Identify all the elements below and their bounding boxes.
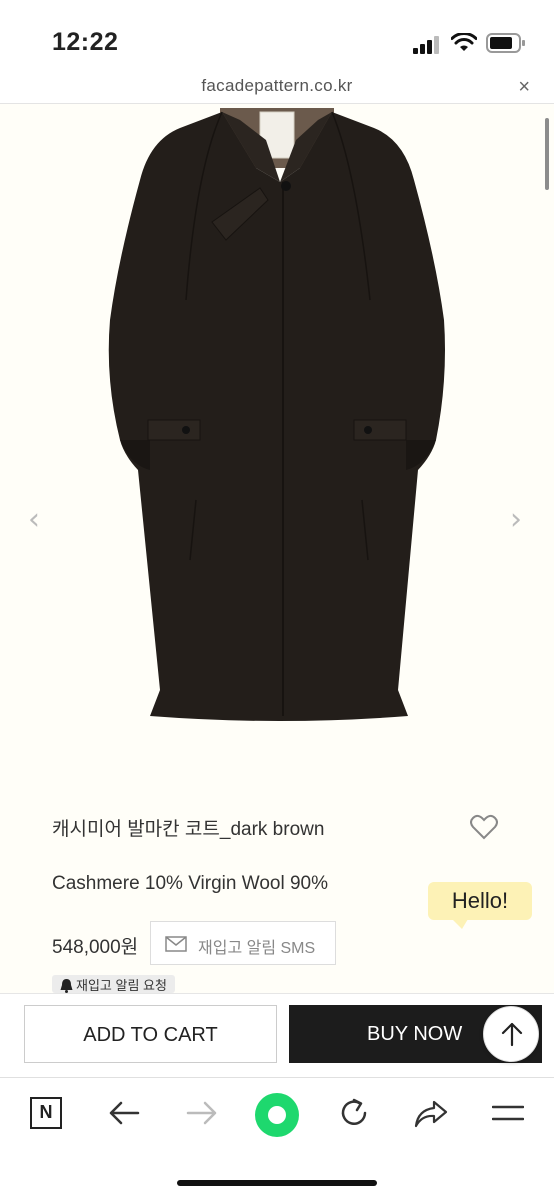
browser-url-bar[interactable]: facadepattern.co.kr ×: [0, 72, 554, 104]
product-image-gallery[interactable]: ‹ ›: [0, 104, 554, 784]
refresh-icon[interactable]: [338, 1097, 370, 1129]
status-time: 12:22: [52, 28, 119, 56]
cellular-signal-icon: [413, 36, 439, 54]
close-icon[interactable]: ×: [518, 76, 530, 99]
arrow-up-icon: [501, 1022, 523, 1047]
status-bar: 12:22: [0, 0, 554, 72]
gallery-next-icon[interactable]: ›: [510, 502, 522, 537]
green-dot-icon[interactable]: [254, 1092, 300, 1138]
restock-sms-button[interactable]: 재입고 알림 SMS: [150, 921, 336, 965]
product-price: 548,000원: [52, 937, 139, 958]
coat-product-image: [108, 108, 445, 721]
mail-icon: [165, 936, 187, 952]
back-arrow-icon[interactable]: [108, 1100, 140, 1126]
add-to-cart-button[interactable]: ADD TO CART: [24, 1005, 277, 1063]
menu-icon[interactable]: [492, 1104, 524, 1122]
product-description: Cashmere 10% Virgin Wool 90%: [52, 873, 328, 894]
restock-request-badge[interactable]: 재입고 알림 요청: [52, 975, 175, 993]
product-name: 캐시미어 발마칸 코트_dark brown: [52, 819, 325, 840]
url-text[interactable]: facadepattern.co.kr: [0, 76, 554, 96]
naver-home-button[interactable]: N: [30, 1097, 62, 1129]
gallery-prev-icon[interactable]: ‹: [28, 502, 40, 537]
scroll-to-top-button[interactable]: [483, 1006, 539, 1062]
heart-icon[interactable]: [470, 814, 498, 840]
share-icon[interactable]: [414, 1100, 448, 1128]
battery-icon: [486, 33, 525, 53]
wifi-icon: [451, 33, 477, 51]
scrollbar[interactable]: [545, 118, 549, 190]
bell-icon: [60, 979, 73, 993]
home-indicator: [177, 1180, 377, 1186]
chat-bubble[interactable]: Hello!: [428, 882, 532, 929]
forward-arrow-icon[interactable]: [186, 1100, 218, 1126]
restock-request-label: 재입고 알림 요청: [76, 978, 167, 993]
restock-sms-label: 재입고 알림 SMS: [198, 940, 316, 957]
